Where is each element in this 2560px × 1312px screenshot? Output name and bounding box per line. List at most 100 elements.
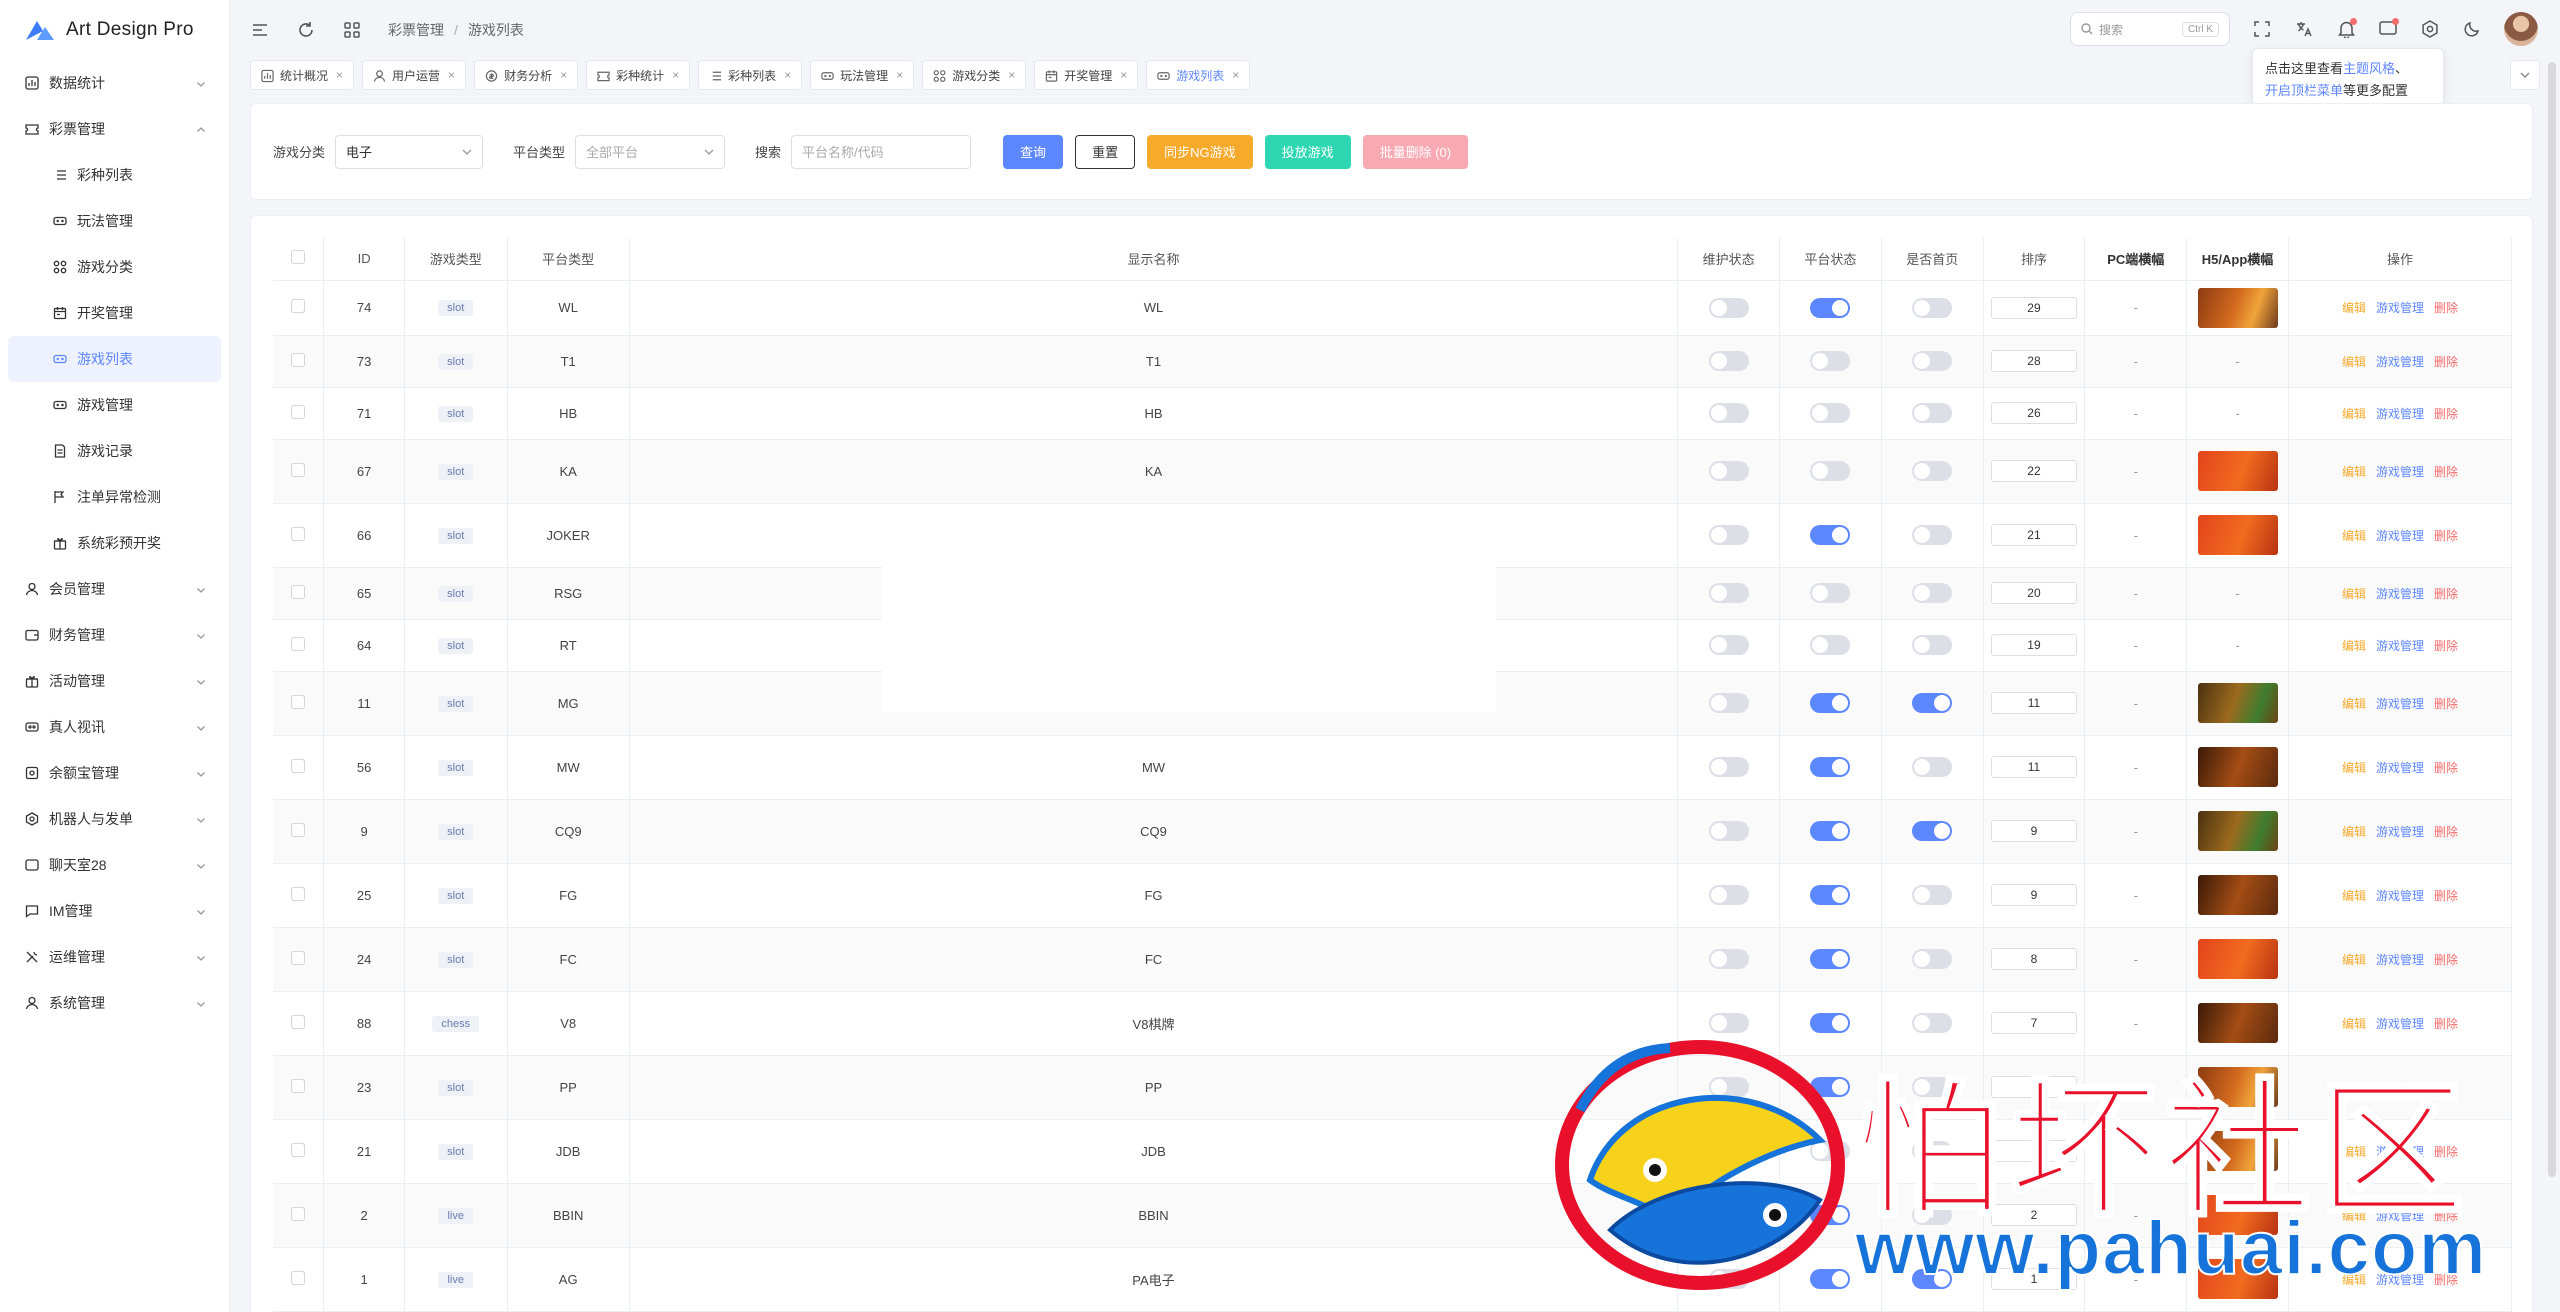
platform-status-switch[interactable]	[1810, 525, 1851, 545]
close-icon[interactable]: ×	[784, 68, 791, 82]
sidebar-group-7[interactable]: 机器人与发单	[0, 796, 229, 842]
delete-link[interactable]: 删除	[2434, 761, 2458, 775]
language-icon[interactable]	[2294, 19, 2314, 39]
game-manage-link[interactable]: 游戏管理	[2376, 587, 2424, 601]
homepage-switch[interactable]	[1912, 351, 1953, 371]
row-checkbox[interactable]	[291, 950, 306, 965]
row-checkbox[interactable]	[291, 352, 306, 367]
row-checkbox[interactable]	[291, 526, 306, 541]
table-row[interactable]: 71 slot HB HB 26 - - 编辑 游戏管理 删除	[273, 387, 2513, 440]
sort-input[interactable]: 11	[1990, 756, 2077, 778]
game-manage-link[interactable]: 游戏管理	[2376, 639, 2424, 653]
h5-banner-thumbnail[interactable]	[2197, 451, 2278, 491]
h5-banner-thumbnail[interactable]	[2197, 683, 2278, 723]
platform-status-switch[interactable]	[1810, 403, 1851, 423]
close-icon[interactable]: ×	[896, 68, 903, 82]
edit-link[interactable]: 编辑	[2342, 1017, 2366, 1031]
sidebar-subitem-7[interactable]: 注单异常检测	[8, 474, 221, 520]
sort-input[interactable]: 21	[1990, 524, 2077, 546]
sync-ng-games-button[interactable]: 同步NG游戏	[1147, 134, 1253, 169]
maintenance-switch[interactable]	[1708, 403, 1749, 423]
table-row[interactable]: 74 slot WL WL 29 - 编辑 游戏管理 删除	[273, 280, 2513, 336]
delete-link[interactable]: 删除	[2434, 529, 2458, 543]
h5-banner-thumbnail[interactable]	[2197, 747, 2278, 787]
platform-status-switch[interactable]	[1810, 885, 1851, 905]
row-checkbox[interactable]	[291, 299, 306, 313]
sidebar-group-1[interactable]: 彩票管理	[0, 106, 229, 152]
sidebar-subitem-0[interactable]: 彩种列表	[8, 152, 221, 198]
sidebar-subitem-4[interactable]: 游戏列表	[8, 336, 221, 382]
table-row[interactable]: 9 slot CQ9 CQ9 9 - 编辑 游戏管理 删除	[273, 799, 2513, 864]
sort-input[interactable]: 9	[1990, 884, 2077, 906]
page-scrollbar[interactable]	[2548, 62, 2556, 1177]
edit-link[interactable]: 编辑	[2342, 697, 2366, 711]
sidebar-group-6[interactable]: 余额宝管理	[0, 750, 229, 796]
sidebar-subitem-8[interactable]: 系统彩预开奖	[8, 520, 221, 566]
table-row[interactable]: 25 slot FG FG 9 - 编辑 游戏管理 删除	[273, 863, 2513, 928]
delete-link[interactable]: 删除	[2434, 407, 2458, 421]
edit-link[interactable]: 编辑	[2342, 889, 2366, 903]
sort-input[interactable]: 28	[1990, 350, 2077, 372]
game-manage-link[interactable]: 游戏管理	[2376, 697, 2424, 711]
platform-status-switch[interactable]	[1810, 583, 1851, 603]
search-input[interactable]: 平台名称/代码	[791, 134, 972, 169]
homepage-switch[interactable]	[1912, 461, 1953, 481]
sidebar-subitem-2[interactable]: 游戏分类	[8, 244, 221, 290]
sidebar-group-2[interactable]: 会员管理	[0, 566, 229, 612]
sidebar-subitem-1[interactable]: 玩法管理	[8, 198, 221, 244]
apps-grid-icon[interactable]	[342, 20, 362, 40]
homepage-switch[interactable]	[1912, 297, 1953, 318]
add-game-button[interactable]: 投放游戏	[1264, 134, 1351, 169]
game-manage-link[interactable]: 游戏管理	[2376, 301, 2424, 315]
sort-input[interactable]: 8	[1990, 948, 2077, 970]
sidebar-subitem-3[interactable]: 开奖管理	[8, 290, 221, 336]
sidebar-group-11[interactable]: 系统管理	[0, 980, 229, 1026]
row-checkbox[interactable]	[291, 1270, 306, 1285]
row-checkbox[interactable]	[291, 636, 306, 651]
edit-link[interactable]: 编辑	[2342, 761, 2366, 775]
edit-link[interactable]: 编辑	[2342, 407, 2366, 421]
worktab-2[interactable]: 财务分析 ×	[474, 60, 579, 90]
sort-input[interactable]: 11	[1990, 692, 2077, 714]
select-all-checkbox[interactable]	[291, 250, 306, 265]
sidebar-subitem-5[interactable]: 游戏管理	[8, 382, 221, 428]
user-avatar[interactable]	[2504, 12, 2538, 46]
table-row[interactable]: 24 slot FC FC 8 - 编辑 游戏管理 删除	[273, 927, 2513, 992]
sort-input[interactable]: 22	[1990, 460, 2077, 482]
close-icon[interactable]: ×	[560, 68, 567, 82]
category-select[interactable]: 电子	[335, 134, 484, 169]
homepage-switch[interactable]	[1912, 885, 1953, 905]
maintenance-switch[interactable]	[1708, 635, 1749, 655]
maintenance-switch[interactable]	[1708, 297, 1749, 318]
game-manage-link[interactable]: 游戏管理	[2376, 407, 2424, 421]
refresh-icon[interactable]	[296, 20, 316, 40]
delete-link[interactable]: 删除	[2434, 355, 2458, 369]
close-icon[interactable]: ×	[1008, 68, 1015, 82]
h5-banner-thumbnail[interactable]	[2197, 811, 2278, 851]
worktab-0[interactable]: 统计概况 ×	[250, 60, 355, 90]
table-row[interactable]: 56 slot MW MW 11 - 编辑 游戏管理 删除	[273, 735, 2513, 800]
game-manage-link[interactable]: 游戏管理	[2376, 465, 2424, 479]
game-manage-link[interactable]: 游戏管理	[2376, 953, 2424, 967]
game-manage-link[interactable]: 游戏管理	[2376, 529, 2424, 543]
reset-button[interactable]: 重置	[1075, 134, 1136, 169]
platform-status-switch[interactable]	[1810, 635, 1851, 655]
table-row[interactable]: 67 slot KA KA 22 - 编辑 游戏管理 删除	[273, 439, 2513, 504]
table-row[interactable]: 73 slot T1 T1 28 - - 编辑 游戏管理 删除	[273, 335, 2513, 388]
maintenance-switch[interactable]	[1708, 583, 1749, 603]
row-checkbox[interactable]	[291, 886, 306, 901]
row-checkbox[interactable]	[291, 404, 306, 419]
tabs-more-button[interactable]	[2510, 60, 2540, 90]
maintenance-switch[interactable]	[1708, 525, 1749, 545]
homepage-switch[interactable]	[1912, 635, 1953, 655]
homepage-switch[interactable]	[1912, 403, 1953, 423]
homepage-switch[interactable]	[1912, 525, 1953, 545]
homepage-switch[interactable]	[1912, 693, 1953, 713]
dark-mode-moon-icon[interactable]	[2462, 19, 2482, 39]
platform-status-switch[interactable]	[1810, 821, 1851, 841]
platform-status-switch[interactable]	[1810, 351, 1851, 371]
sort-input[interactable]: 20	[1990, 582, 2077, 604]
delete-link[interactable]: 删除	[2434, 825, 2458, 839]
edit-link[interactable]: 编辑	[2342, 639, 2366, 653]
game-manage-link[interactable]: 游戏管理	[2376, 1017, 2424, 1031]
